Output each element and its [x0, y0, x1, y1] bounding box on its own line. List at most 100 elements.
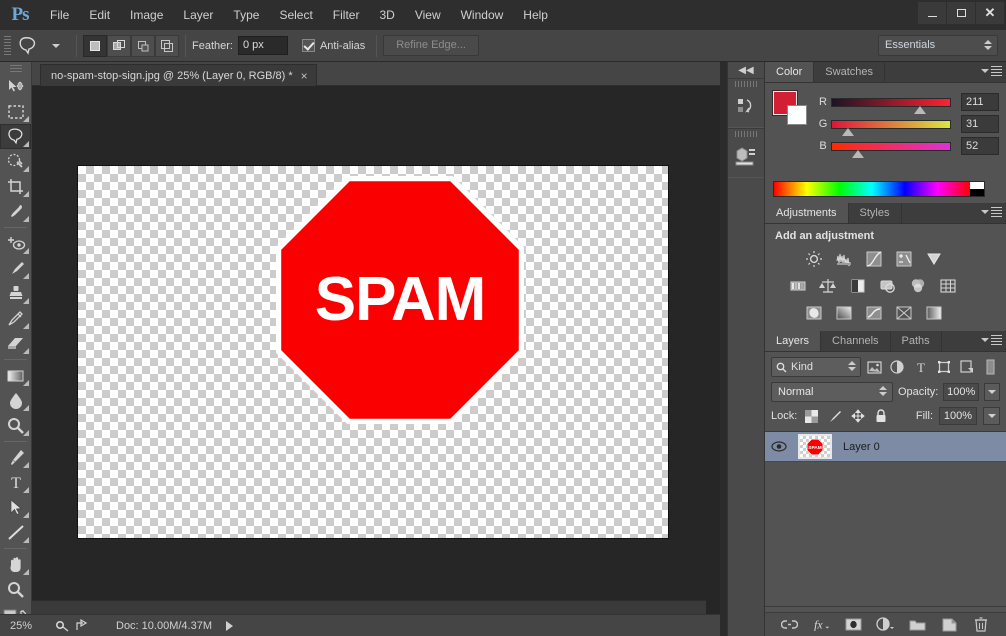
collapse-panels-button[interactable]: ◀◀	[728, 62, 764, 78]
threshold-icon[interactable]	[861, 301, 887, 325]
tab-paths[interactable]: Paths	[891, 331, 942, 351]
quick-selection-tool[interactable]	[0, 149, 31, 174]
subtract-from-selection-button[interactable]	[131, 35, 155, 57]
gradient-tool[interactable]	[0, 363, 31, 388]
panel-menu-icon[interactable]	[981, 66, 1002, 76]
menu-help[interactable]: Help	[513, 0, 558, 30]
brightness-contrast-icon[interactable]	[801, 247, 827, 271]
line-tool[interactable]	[0, 520, 31, 545]
gradient-map-icon[interactable]	[921, 301, 947, 325]
play-arrow-icon[interactable]	[226, 621, 233, 631]
photo-filter-icon[interactable]	[875, 274, 901, 298]
lasso-tool-icon[interactable]	[14, 34, 42, 58]
blur-tool[interactable]	[0, 388, 31, 413]
tab-styles[interactable]: Styles	[849, 203, 902, 223]
menu-view[interactable]: View	[405, 0, 451, 30]
hue-saturation-icon[interactable]	[785, 274, 811, 298]
clone-stamp-tool[interactable]	[0, 281, 31, 306]
crop-tool[interactable]	[0, 174, 31, 199]
history-brush-tool[interactable]	[0, 306, 31, 331]
channel-mixer-icon[interactable]	[905, 274, 931, 298]
filter-adjustment-icon[interactable]	[888, 357, 907, 377]
vibrance-icon[interactable]	[921, 247, 947, 271]
invert-icon[interactable]	[801, 301, 827, 325]
layer-style-icon[interactable]: fx	[812, 616, 830, 634]
document-tab[interactable]: no-spam-stop-sign.jpg @ 25% (Layer 0, RG…	[40, 64, 317, 86]
channel-slider-r[interactable]	[831, 98, 951, 107]
dodge-tool[interactable]	[0, 413, 31, 438]
table-row[interactable]: SPAM Layer 0	[765, 432, 1006, 462]
move-tool[interactable]	[0, 74, 31, 99]
channel-value-r[interactable]: 211	[961, 93, 999, 111]
workspace-selector[interactable]: Essentials	[878, 35, 998, 56]
opacity-value[interactable]: 100%	[943, 383, 979, 401]
lock-transparency-icon[interactable]	[803, 408, 820, 425]
lasso-tool[interactable]	[0, 124, 31, 149]
layer-visibility-toggle[interactable]	[765, 441, 793, 452]
layer-thumbnail[interactable]: SPAM	[793, 434, 837, 459]
color-lookup-icon[interactable]	[935, 274, 961, 298]
background-color-swatch[interactable]	[787, 105, 807, 125]
horizontal-type-tool[interactable]: T	[0, 470, 31, 495]
channel-value-g[interactable]: 31	[961, 115, 999, 133]
black-white-icon[interactable]	[845, 274, 871, 298]
path-selection-tool[interactable]	[0, 495, 31, 520]
dock-grip[interactable]	[728, 79, 764, 89]
lock-position-icon[interactable]	[849, 408, 866, 425]
tools-panel-grip[interactable]	[0, 62, 31, 74]
tab-layers[interactable]: Layers	[765, 331, 821, 351]
filter-type-icon[interactable]: T	[911, 357, 930, 377]
channel-slider-g[interactable]	[831, 120, 951, 129]
filter-toggle-icon[interactable]	[981, 357, 1000, 377]
refine-edge-button[interactable]: Refine Edge...	[383, 35, 479, 56]
opacity-dropdown-button[interactable]	[984, 383, 1000, 401]
filter-smartobject-icon[interactable]	[958, 357, 977, 377]
rectangular-marquee-tool[interactable]	[0, 99, 31, 124]
menu-layer[interactable]: Layer	[173, 0, 223, 30]
exposure-icon[interactable]	[891, 247, 917, 271]
feather-input[interactable]: 0 px	[238, 36, 288, 55]
add-mask-icon[interactable]	[844, 616, 862, 634]
menu-edit[interactable]: Edit	[79, 0, 120, 30]
document-canvas-area[interactable]: SPAM	[32, 86, 720, 614]
link-layers-icon[interactable]	[780, 616, 798, 634]
new-layer-icon[interactable]	[940, 616, 958, 634]
minimize-button[interactable]	[918, 2, 946, 24]
tool-preset-chevron-down-icon[interactable]	[42, 34, 70, 58]
share-icon[interactable]	[72, 619, 92, 632]
zoom-level[interactable]: 25%	[0, 620, 52, 632]
anti-alias-checkbox[interactable]	[302, 39, 315, 52]
maximize-button[interactable]	[947, 2, 975, 24]
tab-swatches[interactable]: Swatches	[814, 62, 885, 82]
brush-tool[interactable]	[0, 256, 31, 281]
curves-icon[interactable]	[861, 247, 887, 271]
delete-layer-icon[interactable]	[972, 616, 990, 634]
tab-color[interactable]: Color	[765, 62, 814, 82]
menu-3d[interactable]: 3D	[369, 0, 404, 30]
filter-shape-icon[interactable]	[934, 357, 953, 377]
lock-image-icon[interactable]	[826, 408, 843, 425]
add-to-selection-button[interactable]	[107, 35, 131, 57]
fill-dropdown-button[interactable]	[983, 407, 1000, 425]
menu-type[interactable]: Type	[223, 0, 269, 30]
tab-channels[interactable]: Channels	[821, 331, 890, 351]
menu-image[interactable]: Image	[120, 0, 173, 30]
menu-window[interactable]: Window	[451, 0, 514, 30]
layer-list[interactable]: SPAM Layer 0	[765, 431, 1006, 607]
options-bar-grip[interactable]	[0, 34, 14, 58]
lock-all-icon[interactable]	[872, 408, 889, 425]
gear-icon[interactable]	[52, 619, 72, 632]
history-panel-icon[interactable]	[728, 89, 764, 123]
channel-value-b[interactable]: 52	[961, 137, 999, 155]
dock-grip[interactable]	[728, 129, 764, 139]
posterize-icon[interactable]	[831, 301, 857, 325]
canvas-horizontal-scrollbar[interactable]	[32, 600, 706, 614]
new-group-icon[interactable]	[908, 616, 926, 634]
image-canvas[interactable]: SPAM	[78, 166, 668, 538]
panel-menu-icon[interactable]	[981, 335, 1002, 345]
selective-color-icon[interactable]	[891, 301, 917, 325]
color-balance-icon[interactable]	[815, 274, 841, 298]
panel-menu-icon[interactable]	[981, 207, 1002, 217]
layer-name[interactable]: Layer 0	[837, 441, 880, 453]
fill-value[interactable]: 100%	[939, 407, 977, 425]
